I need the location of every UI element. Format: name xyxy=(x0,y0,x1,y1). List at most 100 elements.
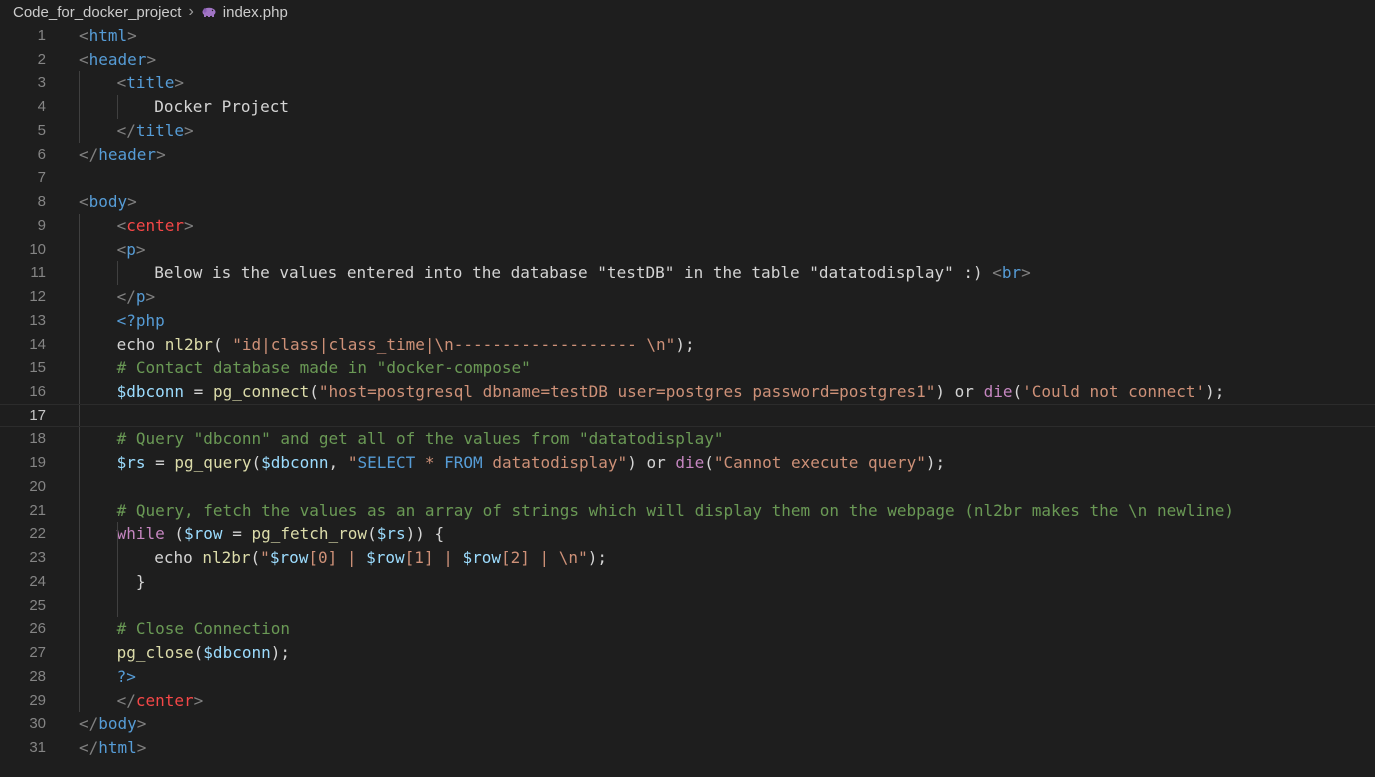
code-token: "host=postgresql dbname=testDB user=post… xyxy=(318,382,936,402)
code-token: $dbconn xyxy=(203,643,271,663)
code-text: </center> xyxy=(46,688,1375,713)
code-token: pg_close xyxy=(116,643,194,663)
code-token: ( xyxy=(212,334,233,354)
code-token: ( xyxy=(251,453,262,473)
code-line[interactable]: 10 <p> xyxy=(0,237,1375,262)
indent-guide xyxy=(79,332,80,357)
line-number: 11 xyxy=(30,264,46,282)
code-line[interactable]: 13 <?php xyxy=(0,308,1375,333)
code-line[interactable]: 12 </p> xyxy=(0,285,1375,309)
code-line[interactable]: 3 <title> xyxy=(0,71,1375,96)
breadcrumb-folder[interactable]: Code_for_docker_project xyxy=(13,4,181,21)
code-token: > xyxy=(135,239,146,259)
line-number: 28 xyxy=(29,667,46,685)
code-line[interactable]: 18 # Query "dbconn" and get all of the va… xyxy=(0,427,1375,452)
code-line[interactable]: 21 # Query, fetch the values as an array … xyxy=(0,498,1375,523)
code-token: [2] | \n" xyxy=(501,548,588,568)
code-token: SELECT xyxy=(357,453,416,473)
indent-guide xyxy=(79,522,80,547)
code-token: die xyxy=(675,453,705,473)
code-token: title xyxy=(126,73,175,93)
code-text xyxy=(46,404,1375,427)
code-token: </ xyxy=(116,690,136,710)
code-line[interactable]: 25 xyxy=(0,593,1375,618)
code-line[interactable]: 28 ?> xyxy=(0,664,1375,689)
code-line[interactable]: 17 xyxy=(0,403,1375,428)
code-editor[interactable]: 1 <html> 2 <header> 3 <title> 4 Docker Project 5… xyxy=(0,24,1375,760)
code-line[interactable]: 26 # Close Connection xyxy=(0,617,1375,642)
code-text: } xyxy=(46,569,1375,594)
code-line[interactable]: 30 </body> xyxy=(0,712,1375,736)
code-text: <?php xyxy=(46,308,1375,333)
code-token: ?> xyxy=(116,666,136,686)
code-token: # Query "dbconn" and get all of the valu… xyxy=(116,429,724,449)
code-token: br xyxy=(1001,263,1022,283)
code-token: </ xyxy=(116,120,136,140)
breadcrumb-file[interactable]: index.php xyxy=(223,4,288,21)
code-line[interactable]: 1 <html> xyxy=(0,24,1375,48)
code-text: Docker Project xyxy=(46,95,1375,119)
code-text: # Query, fetch the values as an array of… xyxy=(46,498,1375,523)
code-token: ); xyxy=(1205,382,1225,402)
indent-guide xyxy=(116,569,118,594)
code-line[interactable]: 23 echo nl2br("$row[0] | $row[1] | $row[2… xyxy=(0,546,1375,570)
code-token: </ xyxy=(79,738,99,758)
code-line[interactable]: 27 pg_close($dbconn); xyxy=(0,641,1375,665)
code-token: < xyxy=(992,263,1002,283)
indent-guide xyxy=(79,404,80,427)
code-line[interactable]: 9 <center> xyxy=(0,213,1375,238)
code-line[interactable]: 7 xyxy=(0,166,1375,190)
code-token: ); xyxy=(587,548,607,568)
code-line[interactable]: 20 xyxy=(0,474,1375,499)
code-line[interactable]: 5 </title> xyxy=(0,118,1375,143)
indent-guide xyxy=(79,688,80,713)
code-token: echo xyxy=(154,548,203,568)
breadcrumb: Code_for_docker_project › index.php xyxy=(0,0,1375,24)
code-token: " xyxy=(260,548,270,568)
code-token: <?php xyxy=(116,310,165,330)
code-text: </title> xyxy=(46,118,1375,143)
code-token: ) or xyxy=(627,453,676,473)
line-number: 4 xyxy=(37,98,46,116)
code-line[interactable]: 19 $rs = pg_query($dbconn, "SELECT * FROM… xyxy=(0,451,1375,475)
code-token: # Close Connection xyxy=(116,619,290,639)
code-text: $dbconn = pg_connect("host=postgresql db… xyxy=(46,380,1375,404)
indent-guide xyxy=(79,95,80,119)
code-token: $dbconn xyxy=(261,453,329,473)
code-token: die xyxy=(983,382,1013,402)
code-line[interactable]: 2 <header> xyxy=(0,48,1375,72)
code-line[interactable]: 11 Below is the values entered into the d… xyxy=(0,261,1375,286)
code-text: # Contact database made in "docker-compo… xyxy=(46,356,1375,381)
indent-guide xyxy=(79,617,80,642)
indent-guide xyxy=(79,641,80,665)
code-line[interactable]: 22 while ($row = pg_fetch_row($rs)) { xyxy=(0,522,1375,547)
code-line[interactable]: 29 </center> xyxy=(0,688,1375,713)
line-number: 24 xyxy=(29,572,46,590)
line-number: 1 xyxy=(37,27,46,44)
code-line[interactable]: 16 $dbconn = pg_connect("host=postgresql … xyxy=(0,380,1375,404)
indent-guide xyxy=(116,593,118,618)
code-token: < xyxy=(79,192,89,212)
line-number: 14 xyxy=(29,335,46,353)
code-token: ( xyxy=(1012,382,1023,402)
indent-guide xyxy=(79,71,80,96)
code-token: "Cannot execute query" xyxy=(713,453,926,473)
code-token: > xyxy=(136,738,147,758)
code-line[interactable]: 31 </html> xyxy=(0,736,1375,760)
code-text: </body> xyxy=(46,712,1375,736)
code-token: Below is the values entered into the dat… xyxy=(154,263,993,283)
code-line[interactable]: 24 } xyxy=(0,569,1375,594)
code-line[interactable]: 14 echo nl2br( "id|class|class_time|\n---… xyxy=(0,332,1375,357)
line-number: 30 xyxy=(29,715,46,733)
code-line[interactable]: 4 Docker Project xyxy=(0,95,1375,119)
indent-guide xyxy=(79,546,80,570)
line-number: 9 xyxy=(37,216,46,234)
code-line[interactable]: 8 <body> xyxy=(0,190,1375,214)
code-token: $row xyxy=(269,548,309,568)
code-token: > xyxy=(184,215,194,235)
code-token: "id|class|class_time|\n-----------------… xyxy=(232,334,676,354)
code-token: FROM xyxy=(444,453,483,473)
code-line[interactable]: 15 # Contact database made in "docker-com… xyxy=(0,356,1375,381)
code-line[interactable]: 6 </header> xyxy=(0,143,1375,167)
